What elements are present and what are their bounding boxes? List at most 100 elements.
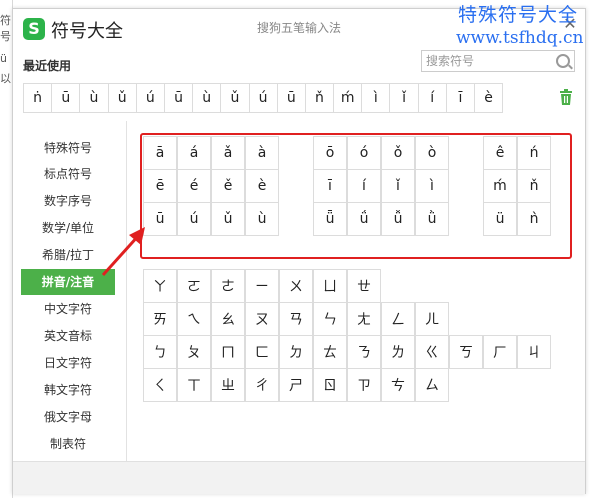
symbol-cell[interactable]: ㄩ: [313, 269, 347, 303]
recent-symbol-cell[interactable]: è: [474, 83, 504, 113]
symbol-cell[interactable]: ǖ: [313, 202, 347, 236]
symbol-cell[interactable]: ㄍ: [415, 335, 449, 369]
symbol-cell[interactable]: ō: [313, 136, 347, 170]
recent-symbol-cell[interactable]: ň: [304, 83, 335, 113]
symbol-cell[interactable]: ò: [415, 136, 449, 170]
symbol-cell[interactable]: à: [245, 136, 279, 170]
symbol-cell[interactable]: ㄘ: [381, 368, 415, 402]
recent-symbol-cell[interactable]: ì: [361, 83, 391, 113]
symbol-cell[interactable]: ì: [415, 169, 449, 203]
trash-icon[interactable]: [559, 89, 573, 105]
symbol-cell[interactable]: ㄉ: [279, 335, 313, 369]
symbol-cell[interactable]: ㄎ: [449, 335, 483, 369]
symbol-cell[interactable]: ǹ: [517, 202, 551, 236]
symbol-cell[interactable]: ㄋ: [347, 335, 381, 369]
recent-symbol-cell[interactable]: ǔ: [107, 83, 137, 113]
recent-symbol-cell[interactable]: ū: [51, 83, 81, 113]
recent-symbol-cell[interactable]: ú: [248, 83, 278, 113]
sidebar-item[interactable]: 制表符: [21, 431, 115, 457]
symbol-cell[interactable]: ㄑ: [143, 368, 177, 402]
recent-label: 最近使用: [23, 59, 72, 73]
symbol-cell[interactable]: ī: [313, 169, 347, 203]
symbol-cell[interactable]: ㄔ: [245, 368, 279, 402]
symbol-cell[interactable]: ㄥ: [381, 302, 415, 336]
recent-symbol-cell[interactable]: ú: [135, 83, 165, 113]
symbol-cell[interactable]: ㄊ: [313, 335, 347, 369]
sidebar-item[interactable]: 日文字符: [21, 350, 115, 376]
zhuyin-row-4: ㄑㄒㄓㄔㄕㄖㄗㄘㄙ: [143, 368, 449, 402]
symbol-cell[interactable]: è: [245, 169, 279, 203]
search-input[interactable]: [426, 53, 546, 69]
symbol-cell[interactable]: ㄟ: [177, 302, 211, 336]
recent-symbol-cell[interactable]: ṅ: [23, 83, 53, 113]
symbol-cell[interactable]: ㄠ: [211, 302, 245, 336]
symbol-cell[interactable]: ㄧ: [245, 269, 279, 303]
symbol-cell[interactable]: ㄏ: [483, 335, 517, 369]
symbol-cell[interactable]: ǚ: [381, 202, 415, 236]
symbol-cell[interactable]: ā: [143, 136, 177, 170]
symbol-cell[interactable]: ㄖ: [313, 368, 347, 402]
symbol-cell[interactable]: ǘ: [347, 202, 381, 236]
symbol-cell[interactable]: ó: [347, 136, 381, 170]
symbol-cell[interactable]: ㄐ: [517, 335, 551, 369]
symbol-cell[interactable]: ㄢ: [279, 302, 313, 336]
symbol-cell[interactable]: ǜ: [415, 202, 449, 236]
symbol-cell[interactable]: ㄆ: [177, 335, 211, 369]
symbol-cell[interactable]: ㄅ: [143, 335, 177, 369]
sidebar-item[interactable]: 俄文字母: [21, 404, 115, 430]
sidebar-item[interactable]: 标点符号: [21, 161, 115, 187]
symbol-window: S 符号大全 搜狗五笔输入法 ✕ 最近使用 ṅūùǔúūùǔúūňḿìǐíīè …: [12, 8, 586, 494]
recent-symbol-cell[interactable]: ù: [192, 83, 222, 113]
symbol-cell[interactable]: ü: [483, 202, 517, 236]
recent-symbol-cell[interactable]: í: [417, 83, 447, 113]
recent-symbol-cell[interactable]: ū: [163, 83, 194, 113]
symbol-cell[interactable]: ㄡ: [245, 302, 279, 336]
symbol-cell[interactable]: ㄈ: [245, 335, 279, 369]
symbol-cell[interactable]: ḿ: [483, 169, 517, 203]
symbol-cell[interactable]: ㄣ: [313, 302, 347, 336]
symbol-cell[interactable]: á: [177, 136, 211, 170]
symbol-cell[interactable]: ㄇ: [211, 335, 245, 369]
recent-symbol-cell[interactable]: ī: [445, 83, 475, 113]
symbol-cell[interactable]: í: [347, 169, 381, 203]
sidebar-item[interactable]: 特殊符号: [21, 135, 115, 161]
recent-symbol-cell[interactable]: ǔ: [220, 83, 250, 113]
symbol-cell[interactable]: ǎ: [211, 136, 245, 170]
symbol-cell[interactable]: ù: [245, 202, 279, 236]
symbol-cell[interactable]: ú: [177, 202, 211, 236]
symbol-cell[interactable]: ㄤ: [347, 302, 381, 336]
symbol-cell[interactable]: ㄦ: [415, 302, 449, 336]
symbol-cell[interactable]: ㄒ: [177, 368, 211, 402]
search-box[interactable]: [421, 50, 575, 72]
symbol-cell[interactable]: ê: [483, 136, 517, 170]
symbol-cell[interactable]: ㄝ: [347, 269, 381, 303]
sidebar-item[interactable]: 中文字符: [21, 296, 115, 322]
symbol-cell[interactable]: é: [177, 169, 211, 203]
sidebar-item[interactable]: 英文音标: [21, 323, 115, 349]
sidebar-item[interactable]: 韩文字符: [21, 377, 115, 403]
symbol-cell[interactable]: ǔ: [211, 202, 245, 236]
zhuyin-row-1: ㄚㄛㄜㄧㄨㄩㄝ: [143, 269, 381, 303]
symbol-cell[interactable]: ㄌ: [381, 335, 415, 369]
symbol-cell[interactable]: ě: [211, 169, 245, 203]
symbol-cell[interactable]: ㄞ: [143, 302, 177, 336]
symbol-cell[interactable]: ㄕ: [279, 368, 313, 402]
search-icon[interactable]: [556, 54, 570, 68]
symbol-cell[interactable]: ㄓ: [211, 368, 245, 402]
recent-symbol-cell[interactable]: ū: [276, 83, 306, 113]
symbol-cell[interactable]: ㄙ: [415, 368, 449, 402]
symbol-cell[interactable]: ň: [517, 169, 551, 203]
symbol-cell[interactable]: ㄜ: [211, 269, 245, 303]
symbol-cell[interactable]: ǒ: [381, 136, 415, 170]
symbol-cell[interactable]: ㄛ: [177, 269, 211, 303]
symbol-cell[interactable]: ǐ: [381, 169, 415, 203]
symbol-cell[interactable]: ń: [517, 136, 551, 170]
symbol-cell[interactable]: ㄨ: [279, 269, 313, 303]
recent-symbol-cell[interactable]: ǐ: [389, 83, 419, 113]
recent-symbol-cell[interactable]: ḿ: [333, 83, 363, 113]
sidebar-item[interactable]: 数字序号: [21, 188, 115, 214]
recent-symbol-cell[interactable]: ù: [79, 83, 109, 113]
symbol-cell[interactable]: ㄗ: [347, 368, 381, 402]
watermark-title: 特殊符号大全: [458, 4, 579, 26]
symbol-cell[interactable]: ē: [143, 169, 177, 203]
